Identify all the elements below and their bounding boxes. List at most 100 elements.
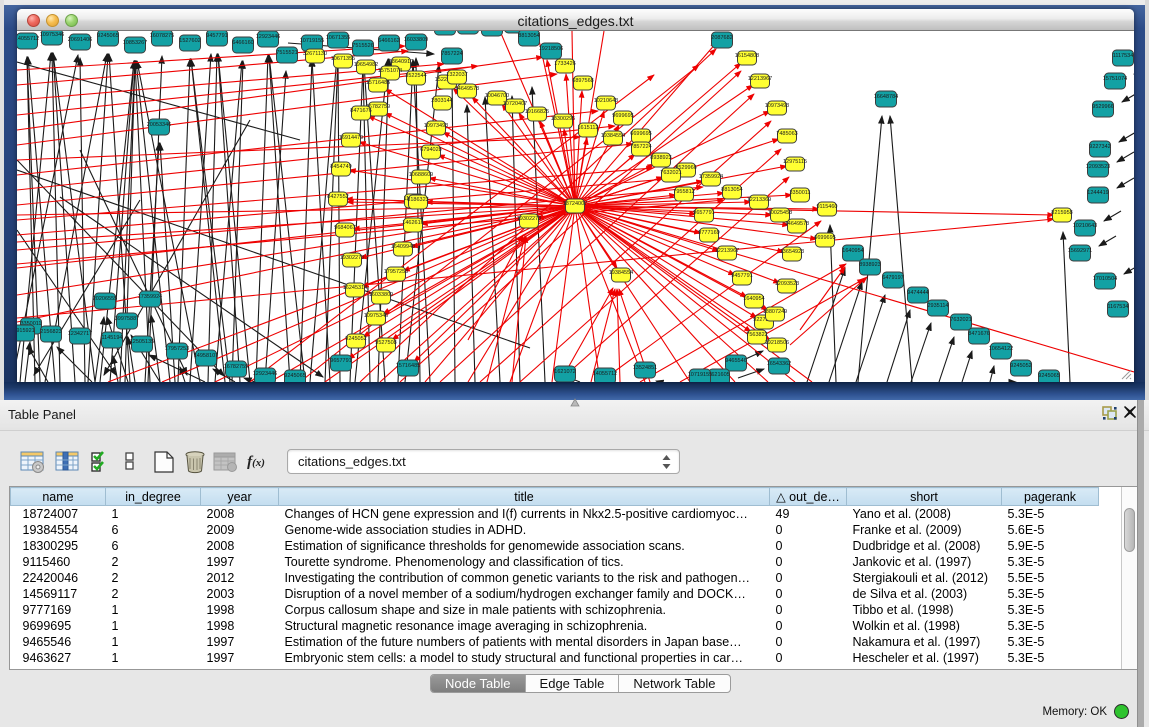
svg-text:7632021: 7632021 xyxy=(950,317,971,323)
svg-text:18724007: 18724007 xyxy=(563,201,587,207)
svg-text:18807249: 18807249 xyxy=(763,309,787,315)
svg-text:10720407: 10720407 xyxy=(503,101,527,107)
svg-text:8454749: 8454749 xyxy=(330,164,351,170)
svg-text:9529966: 9529966 xyxy=(1092,104,1113,110)
svg-text:10046700: 10046700 xyxy=(485,93,509,99)
svg-text:6699695: 6699695 xyxy=(814,235,835,241)
svg-text:10719155: 10719155 xyxy=(300,38,324,44)
svg-text:12213967: 12213967 xyxy=(748,76,772,82)
svg-text:9457791: 9457791 xyxy=(206,33,227,39)
svg-text:7857224: 7857224 xyxy=(441,51,462,57)
svg-text:8427552: 8427552 xyxy=(327,194,348,200)
svg-text:9684067: 9684067 xyxy=(334,225,355,231)
svg-text:14055712: 14055712 xyxy=(593,371,617,377)
svg-text:1462616: 1462616 xyxy=(402,220,423,226)
svg-text:9474444: 9474444 xyxy=(907,290,928,296)
svg-text:19302273: 19302273 xyxy=(340,255,364,261)
svg-text:17010504: 17010504 xyxy=(1093,276,1117,282)
svg-text:15692971: 15692971 xyxy=(1068,248,1092,254)
svg-text:7857224: 7857224 xyxy=(630,144,651,150)
svg-text:6699695: 6699695 xyxy=(630,131,651,137)
svg-text:1117534: 1117534 xyxy=(1113,53,1134,59)
svg-text:8186323: 8186323 xyxy=(407,197,428,203)
svg-text:17957253: 17957253 xyxy=(165,346,189,352)
svg-text:8215958: 8215958 xyxy=(1051,210,1072,216)
svg-text:9657791: 9657791 xyxy=(693,210,714,216)
svg-text:9657791: 9657791 xyxy=(330,358,351,364)
svg-text:16782759: 16782759 xyxy=(224,364,248,370)
svg-text:13654923: 13654923 xyxy=(780,249,804,255)
svg-text:12975115: 12975115 xyxy=(783,159,807,165)
svg-text:9245052: 9245052 xyxy=(1010,363,1031,369)
svg-text:12923446: 12923446 xyxy=(256,34,280,40)
svg-text:14649578: 14649578 xyxy=(455,86,479,92)
svg-text:10025458: 10025458 xyxy=(768,210,792,216)
svg-text:16245314: 16245314 xyxy=(343,285,367,291)
svg-text:2935114: 2935114 xyxy=(927,303,948,309)
svg-text:10973493: 10973493 xyxy=(424,123,448,129)
svg-text:7632021: 7632021 xyxy=(660,170,681,176)
svg-text:3350011: 3350011 xyxy=(789,190,810,196)
svg-text:10671355: 10671355 xyxy=(326,35,350,41)
svg-text:7955812: 7955812 xyxy=(673,189,694,195)
svg-text:17359924: 17359924 xyxy=(138,294,162,300)
svg-text:3915921: 3915921 xyxy=(17,328,35,334)
svg-text:15751074: 15751074 xyxy=(378,68,402,74)
svg-text:9457791: 9457791 xyxy=(731,273,752,279)
svg-text:7485063: 7485063 xyxy=(776,131,797,137)
svg-text:10671355: 10671355 xyxy=(331,56,355,62)
svg-text:10719155: 10719155 xyxy=(688,372,712,378)
svg-text:16648784: 16648784 xyxy=(874,94,898,100)
svg-text:2803144: 2803144 xyxy=(431,98,452,104)
svg-text:17957253: 17957253 xyxy=(384,269,408,275)
svg-text:9245065: 9245065 xyxy=(1038,373,1059,379)
svg-text:1640954: 1640954 xyxy=(842,248,863,254)
svg-text:8813054: 8813054 xyxy=(721,187,742,193)
svg-text:14055712: 14055712 xyxy=(17,36,39,42)
svg-text:9699695: 9699695 xyxy=(612,113,633,119)
svg-text:10973493: 10973493 xyxy=(765,103,789,109)
svg-text:1167534: 1167534 xyxy=(1107,304,1128,310)
svg-text:19384554: 19384554 xyxy=(609,270,633,276)
svg-text:15751074: 15751074 xyxy=(1103,76,1127,82)
svg-text:7563822: 7563822 xyxy=(746,332,767,338)
svg-text:8938923: 8938923 xyxy=(859,262,880,268)
svg-text:10210643: 10210643 xyxy=(1073,223,1097,229)
svg-text:39975887: 39975887 xyxy=(115,316,139,322)
svg-text:14649578: 14649578 xyxy=(785,221,809,227)
svg-text:10210643: 10210643 xyxy=(594,98,618,104)
svg-text:8938923: 8938923 xyxy=(650,155,671,161)
svg-text:19384554: 19384554 xyxy=(601,133,625,139)
svg-text:19166825: 19166825 xyxy=(525,109,549,115)
svg-text:10688609: 10688609 xyxy=(409,172,433,178)
svg-text:19654982: 19654982 xyxy=(354,62,378,68)
svg-text:8471676: 8471676 xyxy=(350,108,371,114)
svg-text:16033809: 16033809 xyxy=(369,292,393,298)
svg-text:20691406: 20691406 xyxy=(68,37,92,43)
svg-text:9245065: 9245065 xyxy=(284,373,305,379)
svg-text:12213967: 12213967 xyxy=(715,248,739,254)
svg-text:19218506: 19218506 xyxy=(539,46,563,52)
svg-text:2156823: 2156823 xyxy=(40,329,61,335)
svg-text:18300295: 18300295 xyxy=(551,116,575,122)
svg-text:1145194: 1145194 xyxy=(101,335,122,341)
svg-text:16914479: 16914479 xyxy=(339,135,363,141)
svg-text:9465546: 9465546 xyxy=(725,358,746,364)
svg-text:9527508: 9527508 xyxy=(375,340,396,346)
svg-text:8471676: 8471676 xyxy=(968,331,989,337)
svg-text:19302273: 19302273 xyxy=(517,216,541,222)
svg-text:1322037: 1322037 xyxy=(446,72,467,78)
svg-text:12093523: 12093523 xyxy=(775,281,799,287)
svg-text:18640910: 18640910 xyxy=(389,59,413,65)
svg-text:1733426: 1733426 xyxy=(554,61,575,67)
svg-text:1615112: 1615112 xyxy=(577,125,598,131)
svg-text:1640954: 1640954 xyxy=(743,296,764,302)
svg-text:16078275: 16078275 xyxy=(150,33,174,39)
svg-text:16409948: 16409948 xyxy=(391,244,415,250)
svg-text:f(x): f(x) xyxy=(247,454,265,470)
svg-text:16543362: 16543362 xyxy=(767,361,791,367)
svg-text:1527602: 1527602 xyxy=(179,38,200,44)
svg-text:15716485: 15716485 xyxy=(366,80,390,86)
svg-text:12505135: 12505135 xyxy=(130,339,154,345)
svg-text:8813054: 8813054 xyxy=(518,33,539,39)
